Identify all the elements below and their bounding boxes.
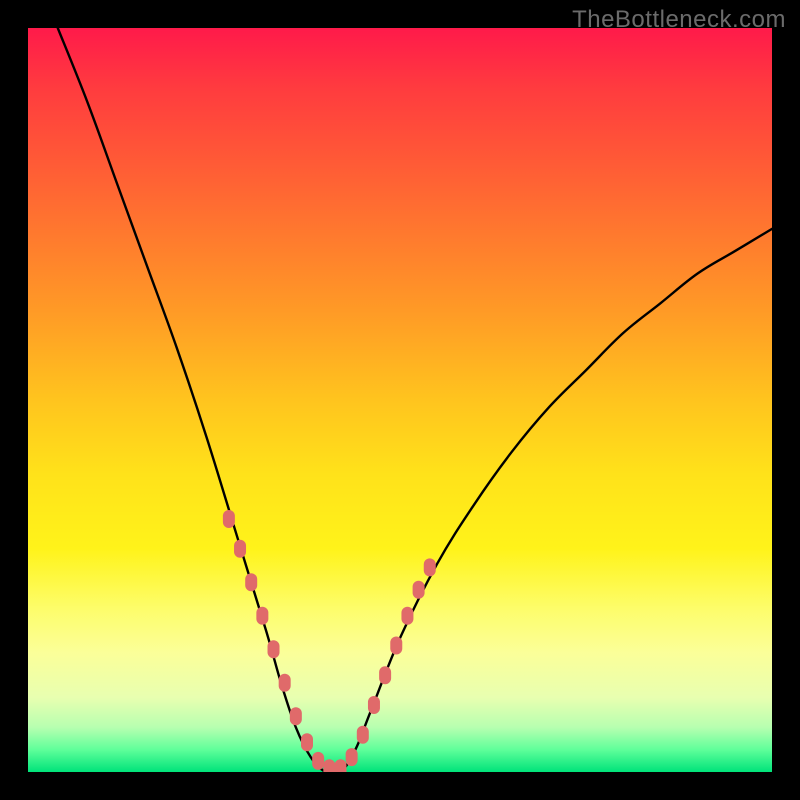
marker-dot	[279, 674, 291, 692]
marker-dot	[323, 759, 335, 772]
marker-dot	[334, 759, 346, 772]
marker-dot	[245, 573, 257, 591]
chart-frame: TheBottleneck.com	[0, 0, 800, 800]
marker-dot	[234, 540, 246, 558]
highlight-dots	[223, 510, 436, 772]
marker-dot	[379, 666, 391, 684]
marker-dot	[312, 752, 324, 770]
marker-dot	[390, 637, 402, 655]
watermark-text: TheBottleneck.com	[572, 6, 786, 34]
marker-dot	[401, 607, 413, 625]
bottleneck-curve	[58, 28, 772, 772]
marker-dot	[357, 726, 369, 744]
plot-area	[28, 28, 772, 772]
marker-dot	[413, 581, 425, 599]
marker-dot	[368, 696, 380, 714]
marker-dot	[290, 707, 302, 725]
marker-dot	[346, 748, 358, 766]
marker-dot	[223, 510, 235, 528]
marker-dot	[424, 558, 436, 576]
marker-dot	[301, 733, 313, 751]
bottleneck-curve-svg	[28, 28, 772, 772]
marker-dot	[268, 640, 280, 658]
marker-dot	[256, 607, 268, 625]
